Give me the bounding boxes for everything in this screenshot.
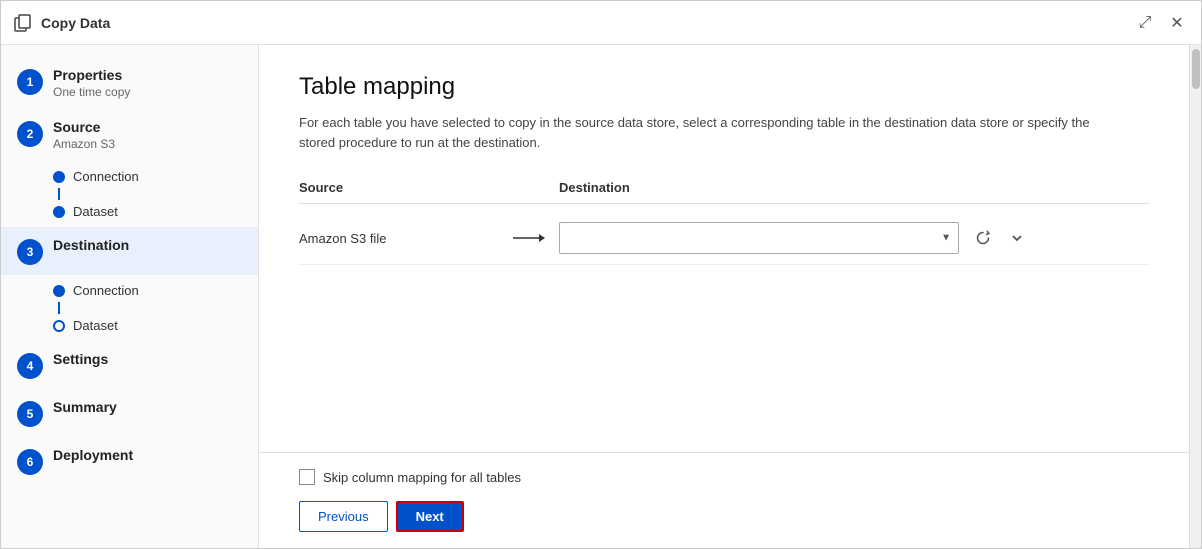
destination-connection-dot <box>53 285 65 297</box>
previous-button[interactable]: Previous <box>299 501 388 532</box>
step-text-settings: Settings <box>53 351 108 367</box>
title-bar: Copy Data ⤢ ✕ <box>1 1 1201 45</box>
step-text-source: Source Amazon S3 <box>53 119 115 151</box>
destination-dataset-label: Dataset <box>73 318 118 333</box>
sidebar-item-deployment[interactable]: 6 Deployment <box>1 437 258 485</box>
sidebar-item-summary[interactable]: 5 Summary <box>1 389 258 437</box>
sidebar-item-destination[interactable]: 3 Destination <box>1 227 258 275</box>
copy-data-window: Copy Data ⤢ ✕ 1 Properties One time copy <box>0 0 1202 549</box>
close-button[interactable]: ✕ <box>1165 11 1189 35</box>
mapping-arrow-icon <box>499 230 559 246</box>
window-title: Copy Data <box>41 15 1133 31</box>
window-scrollbar[interactable] <box>1189 45 1201 548</box>
step-number-2: 2 <box>17 121 43 147</box>
step-text-properties: Properties One time copy <box>53 67 130 99</box>
source-dataset-label: Dataset <box>73 204 118 219</box>
source-connection-dot <box>53 171 65 183</box>
panel-scroll: Table mapping For each table you have se… <box>259 45 1189 452</box>
source-connector <box>58 188 60 200</box>
sidebar-item-settings[interactable]: 4 Settings <box>1 341 258 389</box>
main-content: 1 Properties One time copy 2 Source Amaz… <box>1 45 1201 548</box>
step-text-destination: Destination <box>53 237 129 253</box>
skip-label: Skip column mapping for all tables <box>323 470 521 485</box>
step-number-5: 5 <box>17 401 43 427</box>
destination-connector <box>58 302 60 314</box>
window-controls: ⤢ ✕ <box>1133 11 1189 35</box>
destination-dataset-dot <box>53 320 65 332</box>
mapping-table-header: Source Destination <box>299 180 1149 204</box>
expand-button[interactable]: ⤢ <box>1133 11 1157 35</box>
navigation-buttons: Previous Next <box>299 501 1149 532</box>
source-connection-item[interactable]: Connection <box>53 165 258 188</box>
step-text-summary: Summary <box>53 399 117 415</box>
mapping-action-buttons <box>971 226 1029 250</box>
destination-connection-item[interactable]: Connection <box>53 279 258 302</box>
step-number-6: 6 <box>17 449 43 475</box>
skip-column-mapping-row: Skip column mapping for all tables <box>299 469 1149 485</box>
sidebar: 1 Properties One time copy 2 Source Amaz… <box>1 45 259 548</box>
step-label-source: Source <box>53 119 115 135</box>
step-sublabel-source: Amazon S3 <box>53 137 115 151</box>
step-number-1: 1 <box>17 69 43 95</box>
step-label-summary: Summary <box>53 399 117 415</box>
mapping-source-header: Source <box>299 180 559 195</box>
step-label-deployment: Deployment <box>53 447 133 463</box>
destination-connection-label: Connection <box>73 283 139 298</box>
panel-title: Table mapping <box>299 73 1149 101</box>
panel-description: For each table you have selected to copy… <box>299 113 1119 152</box>
sidebar-item-source[interactable]: 2 Source Amazon S3 <box>1 109 258 161</box>
sidebar-item-properties[interactable]: 1 Properties One time copy <box>1 57 258 109</box>
step-sublabel-properties: One time copy <box>53 85 130 99</box>
bottom-area: Skip column mapping for all tables Previ… <box>259 452 1189 548</box>
destination-dataset-item[interactable]: Dataset <box>53 314 258 337</box>
step-label-properties: Properties <box>53 67 130 83</box>
destination-sub-items: Connection Dataset <box>1 275 258 341</box>
main-panel: Table mapping For each table you have se… <box>259 45 1189 548</box>
refresh-button[interactable] <box>971 226 995 250</box>
next-button[interactable]: Next <box>396 501 464 532</box>
step-number-4: 4 <box>17 353 43 379</box>
mapping-row: Amazon S3 file ▼ <box>299 212 1149 265</box>
scrollbar-thumb[interactable] <box>1192 49 1200 89</box>
mapping-destination-select[interactable]: ▼ <box>559 222 959 254</box>
mapping-source-value: Amazon S3 file <box>299 231 499 246</box>
copy-data-icon <box>13 13 33 33</box>
source-connection-label: Connection <box>73 169 139 184</box>
skip-checkbox[interactable] <box>299 469 315 485</box>
step-label-settings: Settings <box>53 351 108 367</box>
expand-row-button[interactable] <box>1005 226 1029 250</box>
step-label-destination: Destination <box>53 237 129 253</box>
source-sub-items: Connection Dataset <box>1 161 258 227</box>
step-text-deployment: Deployment <box>53 447 133 463</box>
step-number-3: 3 <box>17 239 43 265</box>
source-dataset-item[interactable]: Dataset <box>53 200 258 223</box>
destination-dropdown[interactable] <box>559 222 959 254</box>
source-dataset-dot <box>53 206 65 218</box>
mapping-destination-header: Destination <box>559 180 630 195</box>
